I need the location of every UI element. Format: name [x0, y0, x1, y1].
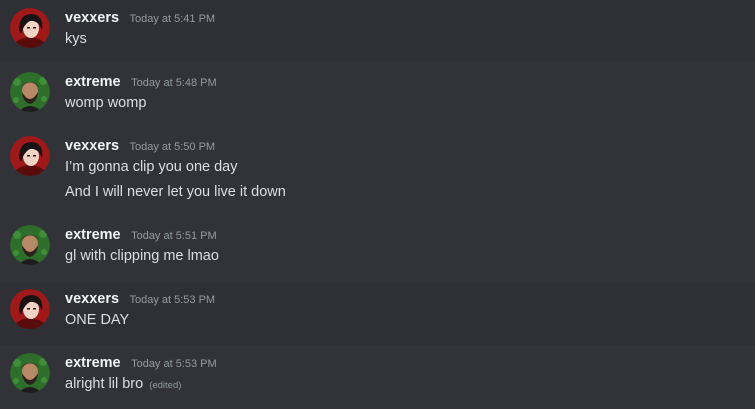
username[interactable]: vexxers	[65, 136, 119, 156]
timestamp: Today at 5:41 PM	[129, 13, 216, 25]
username[interactable]: vexxers	[65, 289, 119, 309]
message-header: vexxers Today at 5:41 PM	[65, 8, 215, 28]
message-header: extreme Today at 5:53 PM	[65, 353, 217, 373]
message-text: gl with clipping me lmao	[65, 248, 219, 264]
message-header: vexxers Today at 5:53 PM	[65, 289, 215, 309]
timestamp: Today at 5:50 PM	[129, 141, 216, 153]
message-header: extreme Today at 5:51 PM	[65, 225, 217, 245]
message-text: alright lil bro (edited)	[65, 373, 181, 397]
edited-label: (edited)	[149, 380, 182, 391]
username[interactable]: extreme	[65, 72, 121, 92]
chat-message-list: vexxers Today at 5:41 PM kys extreme Tod…	[0, 0, 755, 409]
message-header: extreme Today at 5:48 PM	[65, 72, 217, 92]
message-text: And I will never let you live it down	[65, 184, 286, 200]
vexxers-avatar-icon	[10, 8, 50, 48]
avatar[interactable]	[10, 8, 50, 48]
username[interactable]: extreme	[65, 353, 121, 373]
username[interactable]: extreme	[65, 225, 121, 245]
avatar[interactable]	[10, 72, 50, 112]
extreme-avatar-icon	[10, 353, 50, 393]
message-text: ONE DAY	[65, 312, 130, 328]
message-body: alright lil bro	[65, 376, 144, 392]
timestamp: Today at 5:53 PM	[131, 358, 217, 370]
avatar[interactable]	[10, 136, 50, 176]
timestamp: Today at 5:51 PM	[131, 230, 217, 242]
username[interactable]: vexxers	[65, 8, 119, 28]
message-text: I’m gonna clip you one day	[65, 159, 238, 175]
message-text: kys	[65, 31, 87, 47]
avatar[interactable]	[10, 289, 50, 329]
vexxers-avatar-icon	[10, 289, 50, 329]
extreme-avatar-icon	[10, 225, 50, 265]
timestamp: Today at 5:53 PM	[129, 294, 216, 306]
vexxers-avatar-icon	[10, 136, 50, 176]
avatar[interactable]	[10, 225, 50, 265]
message-header: vexxers Today at 5:50 PM	[65, 136, 215, 156]
avatar[interactable]	[10, 353, 50, 393]
message-text: womp womp	[65, 95, 147, 111]
extreme-avatar-icon	[10, 72, 50, 112]
timestamp: Today at 5:48 PM	[131, 77, 217, 89]
